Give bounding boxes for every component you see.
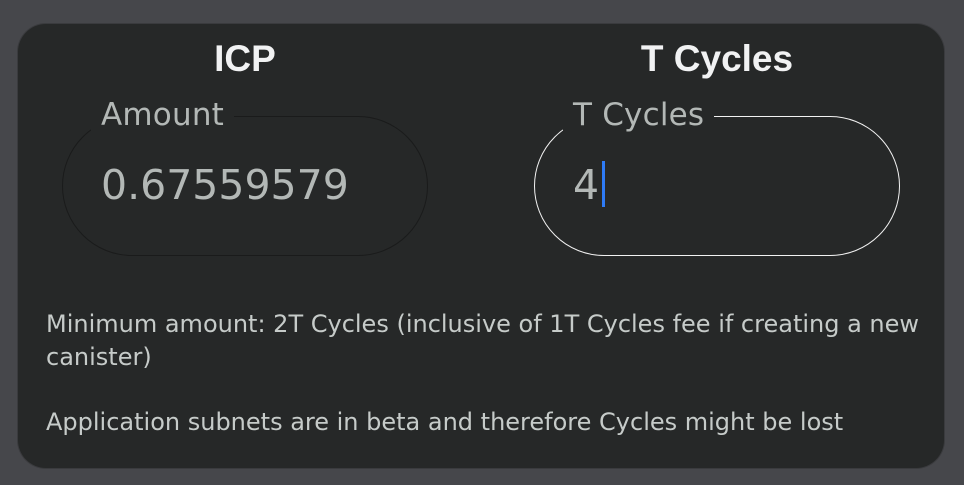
icp-amount-label: Amount xyxy=(91,97,235,133)
cycles-amount-value: 4 xyxy=(573,161,600,209)
cycles-amount-field[interactable]: T Cycles 4 xyxy=(534,97,900,256)
beta-warning-note: Application subnets are in beta and ther… xyxy=(46,408,844,436)
cycles-amount-input[interactable]: 4 xyxy=(573,161,606,209)
minimum-amount-note: Minimum amount: 2T Cycles (inclusive of … xyxy=(46,310,920,371)
icp-amount-value[interactable]: 0.67559579 xyxy=(101,161,391,209)
text-caret xyxy=(602,161,606,207)
cycles-column-title: T Cycles xyxy=(640,38,794,79)
icp-amount-field[interactable]: Amount 0.67559579 xyxy=(62,97,428,256)
cycles-amount-label: T Cycles xyxy=(563,97,715,133)
icp-column-title: ICP xyxy=(214,38,276,79)
